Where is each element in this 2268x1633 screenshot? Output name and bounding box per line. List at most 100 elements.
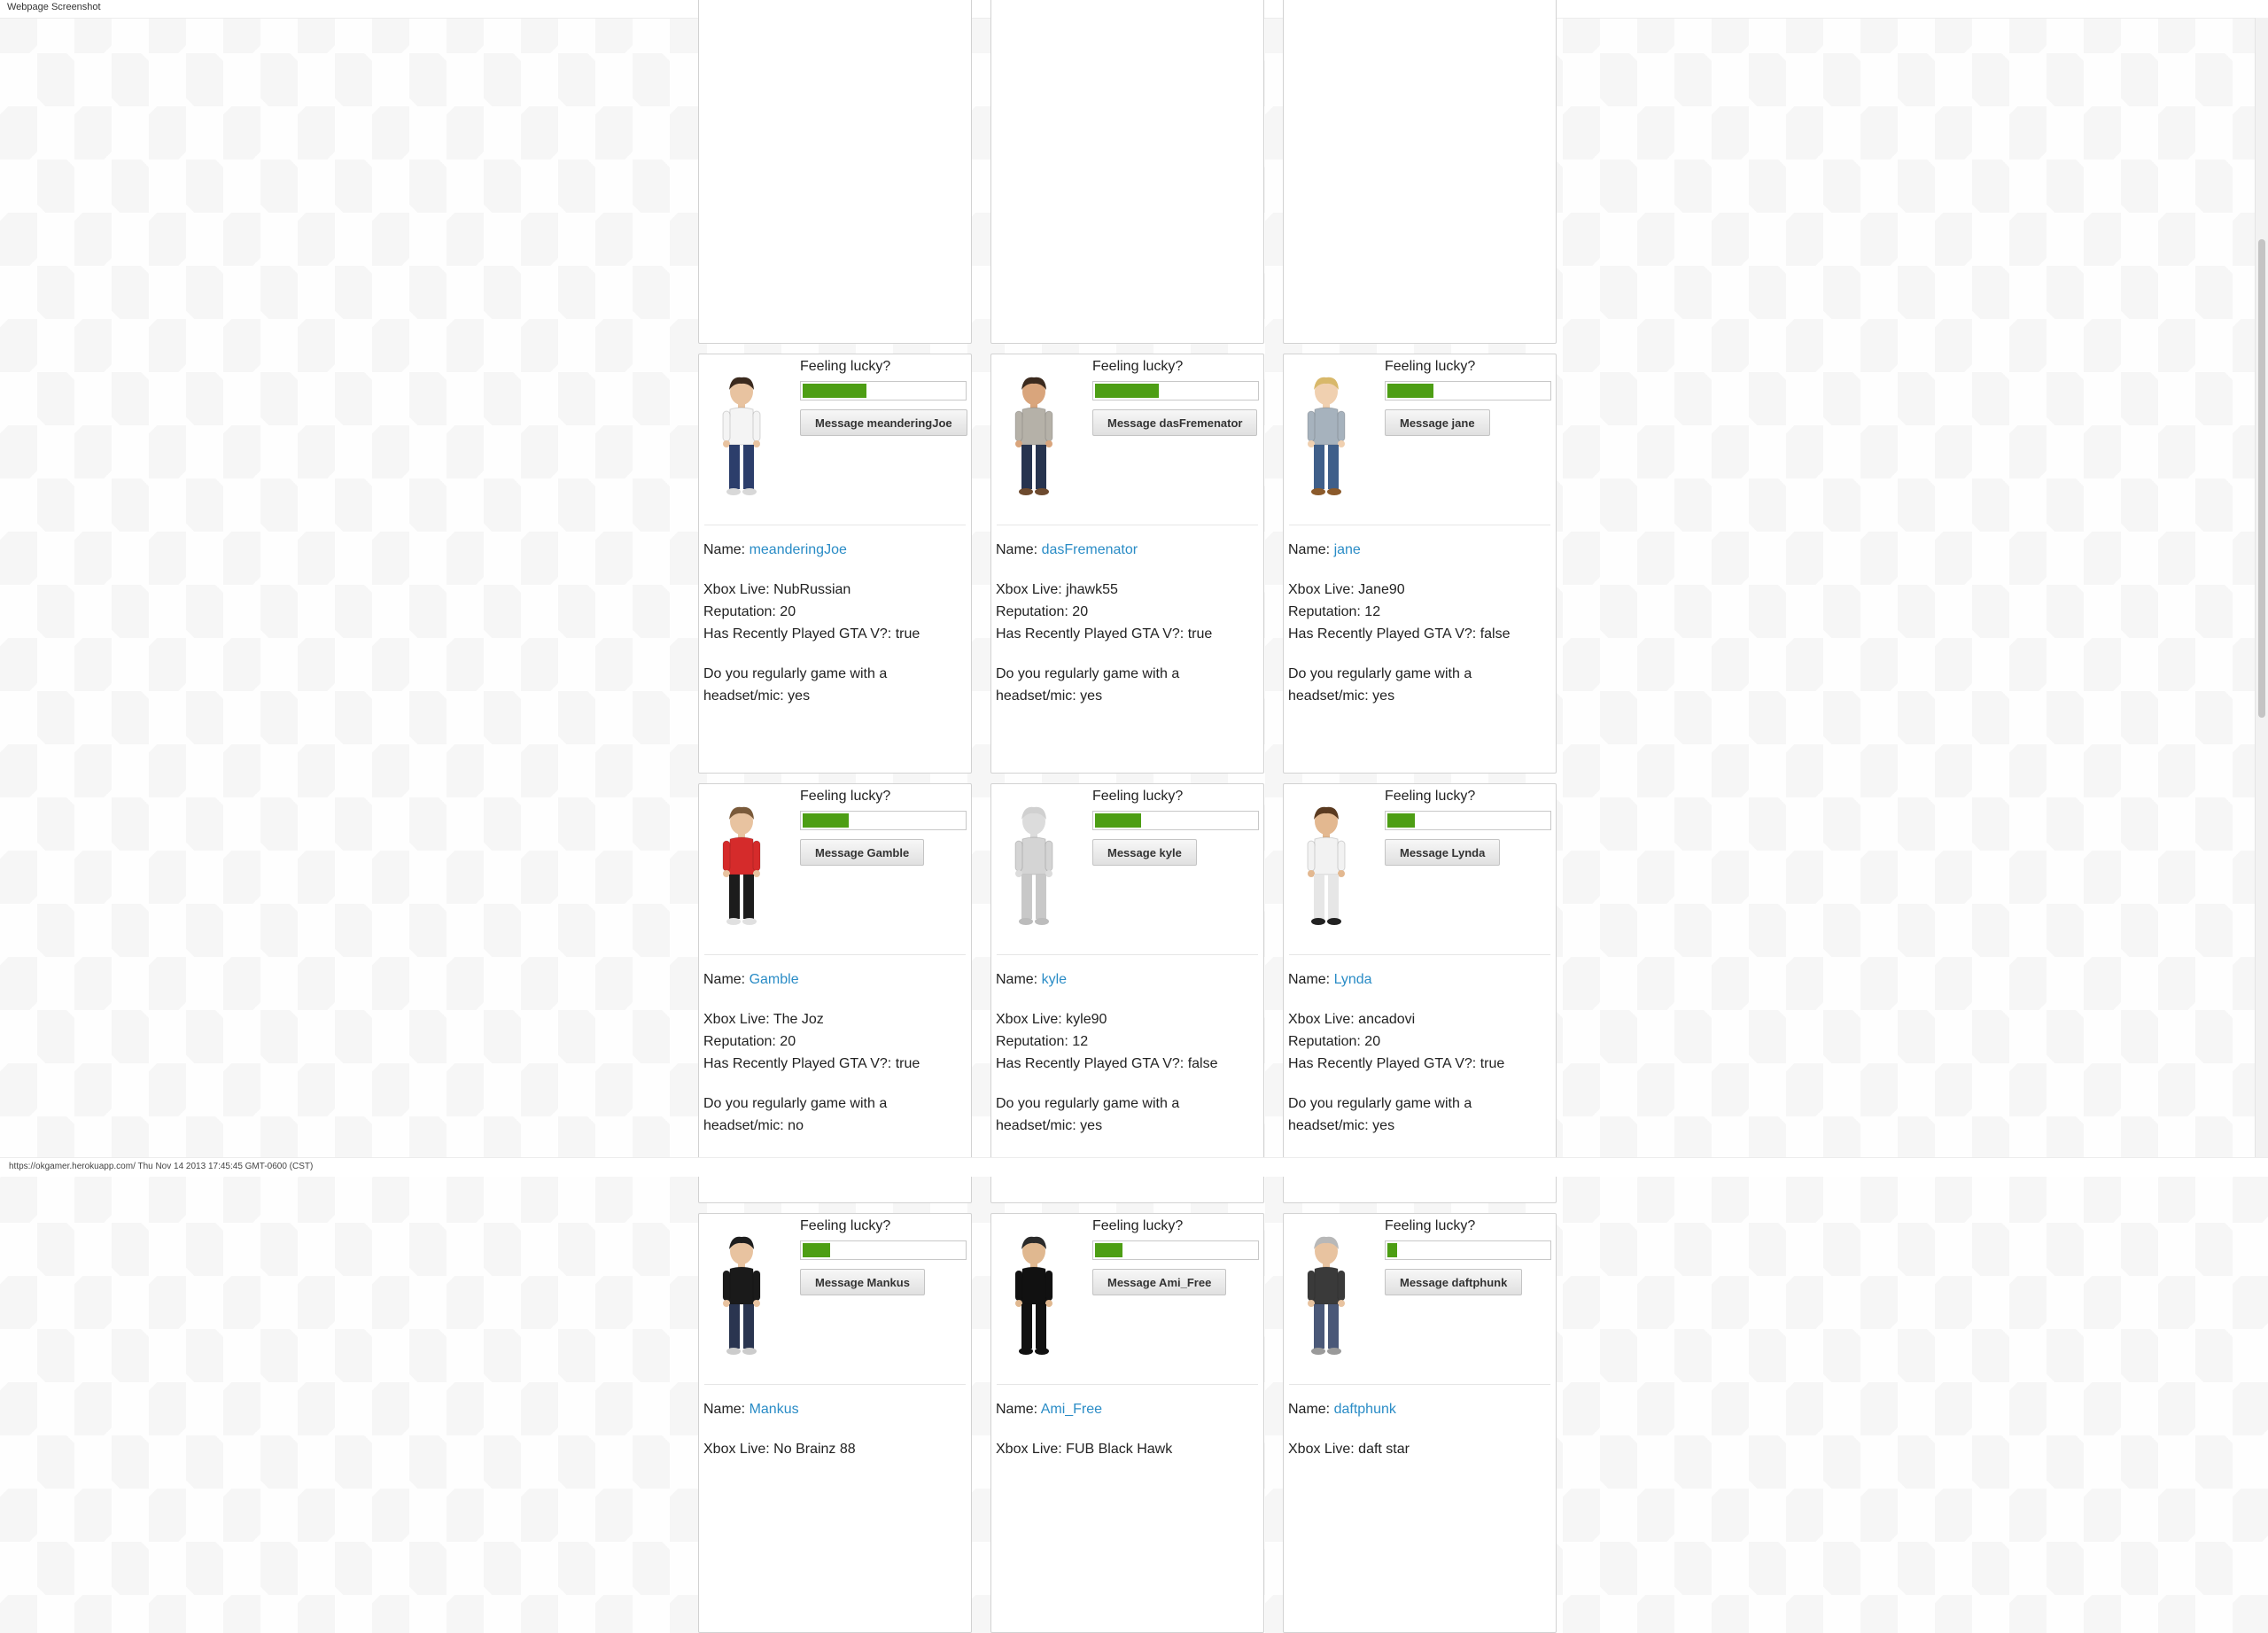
xbox-live-row: Xbox Live: kyle90 [996, 1008, 1256, 1030]
feeling-lucky-label: Feeling lucky? [1092, 789, 1184, 804]
xbox-live-label: Xbox Live: [703, 1442, 770, 1457]
name-row: Name: Mankus [703, 1398, 964, 1420]
lucky-progress-bar [1092, 381, 1259, 400]
reputation-label: Reputation: [1288, 1034, 1361, 1049]
lucky-progress-fill [1095, 813, 1141, 828]
name-label: Name: [1288, 542, 1331, 557]
name-row: Name: Lynda [1288, 968, 1549, 991]
message-button[interactable]: Message kyle [1092, 839, 1197, 866]
cowboy-hat-avatar [717, 805, 766, 928]
card-divider [997, 954, 1258, 955]
name-label: Name: [703, 542, 746, 557]
profile-name-link[interactable]: Ami_Free [1041, 1402, 1102, 1417]
black-shirt-avatar [717, 1235, 766, 1357]
feeling-lucky-label: Feeling lucky? [1092, 1218, 1184, 1233]
xbox-live-value: The Joz [773, 1012, 824, 1027]
gta-value: true [895, 1056, 920, 1071]
xbox-live-label: Xbox Live: [996, 582, 1062, 597]
message-button[interactable]: Message daftphunk [1385, 1269, 1523, 1295]
profile-name-link[interactable]: Lynda [1334, 972, 1372, 987]
gta-value: true [895, 626, 920, 642]
reputation-label: Reputation: [703, 604, 776, 619]
xbox-live-label: Xbox Live: [1288, 1012, 1355, 1027]
name-row: Name: meanderingJoe [703, 539, 964, 561]
message-button[interactable]: Message Gamble [800, 839, 925, 866]
name-label: Name: [1288, 972, 1331, 987]
gta-row: Has Recently Played GTA V?: true [1288, 1053, 1549, 1075]
blonde-avatar [1301, 376, 1351, 498]
headset-row: Do you regularly game with a headset/mic… [996, 1093, 1200, 1137]
feeling-lucky-label: Feeling lucky? [1385, 1218, 1476, 1233]
profile-name-link[interactable]: Mankus [750, 1402, 799, 1417]
card-divider [997, 1384, 1258, 1385]
xbox-live-value: kyle90 [1066, 1012, 1107, 1027]
profile-info: Name: Lynda Xbox Live: ancadovi Reputation… [1288, 968, 1549, 1137]
name-row: Name: Gamble [703, 968, 964, 991]
name-label: Name: [1288, 1402, 1331, 1417]
headset-value: yes [1372, 1118, 1395, 1133]
message-button[interactable]: Message Mankus [800, 1269, 925, 1295]
feeling-lucky-label: Feeling lucky? [1385, 359, 1476, 374]
reputation-label: Reputation: [1288, 604, 1361, 619]
xbox-live-value: ancadovi [1358, 1012, 1416, 1027]
gta-label: Has Recently Played GTA V?: [703, 626, 892, 642]
headset-row: Do you regularly game with a headset/mic… [996, 663, 1200, 707]
lucky-progress-bar [1385, 381, 1551, 400]
lucky-progress-fill [1387, 813, 1416, 828]
profile-name-link[interactable]: dasFremenator [1042, 542, 1138, 557]
feeling-lucky-label: Feeling lucky? [1385, 789, 1476, 804]
card-divider [1289, 954, 1550, 955]
headset-row: Do you regularly game with a headset/mic… [1288, 663, 1492, 707]
reputation-value: 20 [780, 1034, 796, 1049]
profile-name-link[interactable]: daftphunk [1334, 1402, 1396, 1417]
gta-label: Has Recently Played GTA V?: [703, 1056, 892, 1071]
profile-card: Feeling lucky? Message jane Name: jane Xbox… [1283, 354, 1557, 774]
reputation-value: 20 [1072, 604, 1089, 619]
headset-value: yes [1080, 688, 1103, 704]
lucky-progress-bar [1092, 1240, 1259, 1260]
lucky-progress-fill [1095, 384, 1159, 398]
profile-name-link[interactable]: kyle [1042, 972, 1067, 987]
lucky-progress-fill [803, 384, 866, 398]
message-button[interactable]: Message Ami_Free [1092, 1269, 1227, 1295]
xbox-live-value: No Brainz 88 [773, 1442, 856, 1457]
headset-row: Do you regularly game with a headset/mic… [703, 1093, 907, 1137]
profile-card: Feeling lucky? Message meanderingJoe Name:… [698, 354, 972, 774]
profile-name-link[interactable]: meanderingJoe [750, 542, 847, 557]
message-button[interactable]: Message dasFremenator [1092, 409, 1258, 436]
profile-name-link[interactable]: jane [1334, 542, 1361, 557]
profile-card [1283, 0, 1557, 344]
message-button[interactable]: Message jane [1385, 409, 1490, 436]
profile-card: Feeling lucky? Message Gamble Name: Gamble… [698, 783, 972, 1203]
name-row: Name: kyle [996, 968, 1256, 991]
lucky-progress-fill [1387, 1243, 1398, 1257]
xbox-live-label: Xbox Live: [996, 1012, 1062, 1027]
xbox-live-value: Jane90 [1358, 582, 1405, 597]
lucky-progress-bar [1092, 811, 1259, 830]
message-button[interactable]: Message Lynda [1385, 839, 1501, 866]
profile-info: Name: meanderingJoe Xbox Live: NubRussian… [703, 539, 964, 707]
lucky-progress-bar [800, 811, 967, 830]
lucky-progress-bar [800, 381, 967, 400]
gta-value: false [1187, 1056, 1218, 1071]
grey-jacket-avatar [1009, 376, 1059, 498]
vertical-scrollbar[interactable] [2255, 18, 2268, 1158]
xbox-live-value: FUB Black Hawk [1066, 1442, 1173, 1457]
headset-value: yes [1080, 1118, 1103, 1133]
lucky-progress-fill [803, 813, 849, 828]
headset-row: Do you regularly game with a headset/mic… [1288, 1093, 1492, 1137]
reputation-row: Reputation: 20 [703, 1030, 964, 1053]
gta-label: Has Recently Played GTA V?: [1288, 626, 1477, 642]
gta-row: Has Recently Played GTA V?: true [703, 1053, 964, 1075]
reputation-label: Reputation: [996, 1034, 1068, 1049]
card-divider [1289, 1384, 1550, 1385]
profile-info: Name: jane Xbox Live: Jane90 Reputation: 1… [1288, 539, 1549, 707]
headset-row: Do you regularly game with a headset/mic… [703, 663, 907, 707]
scroll-thumb[interactable] [2258, 239, 2265, 718]
gta-label: Has Recently Played GTA V?: [996, 626, 1184, 642]
vest-avatar [1301, 1235, 1351, 1357]
profile-name-link[interactable]: Gamble [750, 972, 799, 987]
message-button[interactable]: Message meanderingJoe [800, 409, 967, 436]
gta-row: Has Recently Played GTA V?: true [996, 623, 1256, 645]
reputation-label: Reputation: [703, 1034, 776, 1049]
